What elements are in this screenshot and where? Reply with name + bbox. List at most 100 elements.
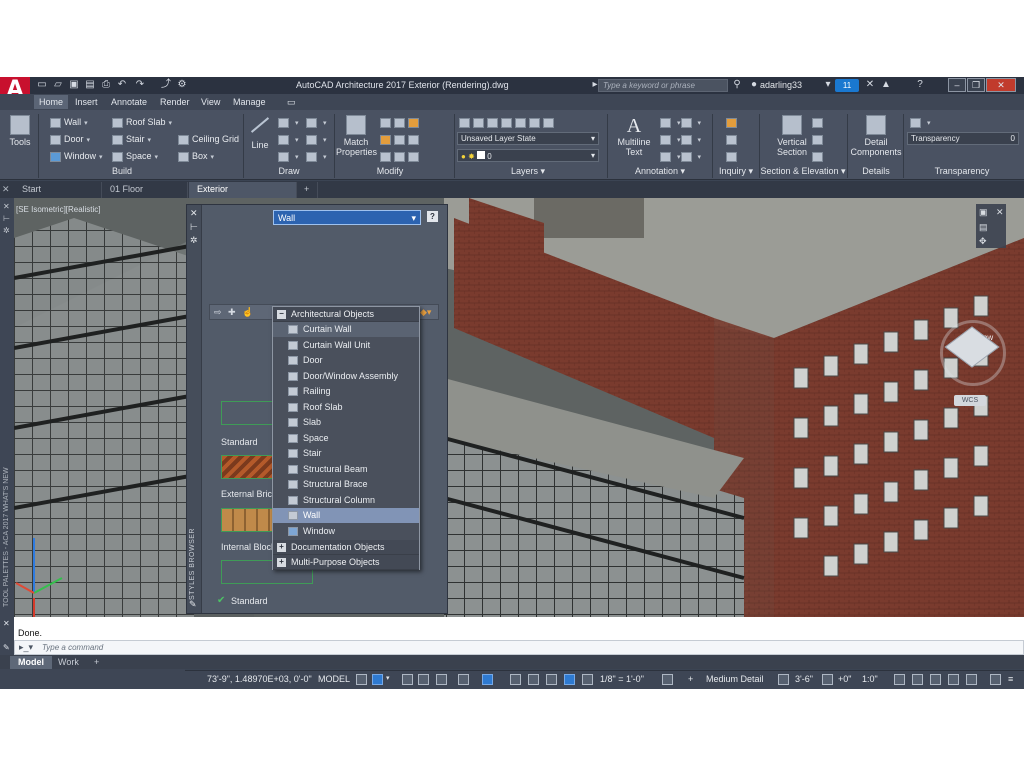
viewport-controls-label[interactable]: [SE Isometric][Realistic] [16, 205, 100, 214]
option-space[interactable]: Space [273, 431, 419, 446]
viewport-config-icon[interactable]: ▤ [979, 222, 988, 233]
tab-model[interactable]: Model [10, 656, 52, 669]
hatch-button[interactable]: ▾ [306, 150, 327, 164]
rectangle-button[interactable]: ▾ [278, 150, 299, 164]
section-tool-1[interactable] [812, 116, 826, 128]
pan-icon[interactable]: ✥ [979, 236, 987, 247]
print-icon[interactable]: ⎙ [100, 79, 112, 91]
model-space-button[interactable]: MODEL [318, 674, 350, 684]
close-icon[interactable]: ✕ [190, 208, 198, 219]
draw-panel-label[interactable]: Draw [274, 166, 304, 176]
customize-icon[interactable]: ≡ [1008, 674, 1013, 684]
option-stair[interactable]: Stair [273, 446, 419, 461]
chevron-down-icon[interactable]: ▾ [386, 674, 390, 682]
drawing-viewport[interactable] [14, 198, 1024, 618]
match-properties-button[interactable]: Match Properties [336, 115, 377, 157]
tools-button[interactable]: Tools [4, 115, 36, 147]
section-tool-3[interactable] [812, 150, 826, 162]
isodraft-icon[interactable] [436, 674, 447, 685]
annotation-panel-label[interactable]: Annotation ▾ [630, 166, 690, 177]
lock-ui-icon[interactable] [930, 674, 941, 685]
transparency-icon[interactable] [528, 674, 539, 685]
hand-icon[interactable]: ☝ [242, 307, 253, 318]
option-curtain-wall[interactable]: Curtain Wall [273, 322, 419, 337]
wall-button[interactable]: Wall ▾ [50, 116, 88, 130]
edit-icon[interactable]: ✎ [189, 599, 197, 610]
pin-icon[interactable]: ⊢ [190, 222, 198, 233]
door-button[interactable]: Door ▾ [50, 133, 90, 147]
close-icon[interactable]: ✕ [2, 184, 12, 195]
move-button[interactable] [380, 116, 422, 128]
option-structural-beam[interactable]: Structural Beam [273, 462, 419, 477]
restore-button[interactable]: ❐ [967, 78, 985, 92]
measure-button[interactable] [726, 116, 740, 128]
command-prompt-icon[interactable]: ▸_▾ [19, 642, 33, 653]
fullscreen-icon[interactable] [990, 674, 1001, 685]
option-wall[interactable]: Wall [273, 508, 419, 523]
tab-annotate[interactable]: Annotate [106, 95, 152, 109]
scale-ratio[interactable]: 1:0" [862, 674, 878, 684]
coordinates-readout[interactable]: 73'-9", 1.48970E+03, 0'-0" [207, 674, 312, 684]
option-door-window-assembly[interactable]: Door/Window Assembly [273, 369, 419, 384]
minimize-button[interactable]: – [948, 78, 966, 92]
layer-state-select[interactable]: Unsaved Layer State ▾ [457, 132, 599, 145]
lineweight-icon[interactable] [510, 674, 521, 685]
command-input[interactable] [14, 640, 1024, 655]
option-structural-brace[interactable]: Structural Brace [273, 477, 419, 492]
chevron-down-icon[interactable]: ▾ [822, 79, 834, 91]
settings-icon[interactable]: ✲ [3, 226, 10, 235]
tab-floor-plan[interactable]: 01 Floor Plan*✕ [102, 182, 188, 209]
elevation-icon[interactable] [822, 674, 833, 685]
tab-home[interactable]: Home [34, 95, 69, 109]
tab-view[interactable]: View [196, 95, 225, 109]
layer-select[interactable]: ● ✸ 0 ▾ [457, 149, 599, 162]
option-curtain-wall-unit[interactable]: Curtain Wall Unit [273, 338, 419, 353]
window-button[interactable]: Window ▾ [50, 150, 103, 164]
clean-screen-icon[interactable] [948, 674, 959, 685]
auto-scale-icon[interactable] [582, 674, 593, 685]
group-architectural-objects[interactable]: − Architectural Objects [273, 307, 419, 322]
view-options-icon[interactable]: ◆▾ [420, 307, 431, 318]
dimension-button[interactable]: ▾ ▾ [660, 116, 701, 130]
transparency-field[interactable]: Transparency 0 [907, 132, 1019, 145]
pin-icon[interactable]: ⊢ [3, 214, 10, 223]
polyline-button[interactable]: ▾ [278, 116, 299, 130]
ortho-icon[interactable] [402, 674, 413, 685]
close-icon[interactable]: ✕ [3, 202, 10, 211]
object-track-icon[interactable] [458, 674, 469, 685]
detail-level-select[interactable]: Medium Detail [706, 674, 764, 684]
build-panel-label[interactable]: Build [100, 166, 144, 176]
calculator-button[interactable] [726, 150, 740, 162]
cut-plane-icon[interactable] [778, 674, 789, 685]
selection-cycling-icon[interactable] [546, 674, 557, 685]
option-slab[interactable]: Slab [273, 415, 419, 430]
hardware-acceleration-icon[interactable] [912, 674, 923, 685]
add-layout-button[interactable]: + [86, 656, 107, 669]
stretch-button[interactable] [380, 150, 422, 162]
polar-icon[interactable] [418, 674, 429, 685]
settings-icon[interactable]: ✲ [190, 235, 198, 246]
ceiling-grid-button[interactable]: Ceiling Grid [178, 133, 239, 145]
osnap-icon[interactable] [482, 674, 493, 685]
option-window[interactable]: Window [273, 524, 419, 539]
style-label-standard-current[interactable]: Standard [231, 596, 268, 606]
option-structural-column[interactable]: Structural Column [273, 493, 419, 508]
autodesk-icon[interactable]: ▲ [880, 79, 892, 91]
circle-button[interactable]: ▾ [278, 133, 299, 147]
saveas-icon[interactable]: ▤ [84, 79, 96, 91]
tab-render[interactable]: Render [155, 95, 195, 109]
detail-components-button[interactable]: Detail Components [850, 115, 902, 157]
distance-button[interactable] [726, 133, 740, 145]
section-elevation-panel-label[interactable]: Section & Elevation ▾ [760, 166, 846, 177]
object-type-select[interactable]: Wall ▾ [273, 210, 421, 225]
annotation-visibility-icon[interactable] [564, 674, 575, 685]
import-style-icon[interactable]: ⇨ [214, 307, 222, 318]
roof-slab-button[interactable]: Roof Slab ▾ [112, 116, 172, 130]
new-tab-button[interactable]: + [300, 182, 318, 198]
trial-timer-badge[interactable]: 11 [835, 79, 859, 92]
table-button[interactable]: ▾ ▾ [660, 150, 701, 164]
workspace-icon[interactable]: ⚙ [176, 79, 188, 91]
stair-button[interactable]: Stair ▾ [112, 133, 151, 147]
properties-icon[interactable] [966, 674, 977, 685]
tab-start[interactable]: Start [14, 182, 102, 198]
